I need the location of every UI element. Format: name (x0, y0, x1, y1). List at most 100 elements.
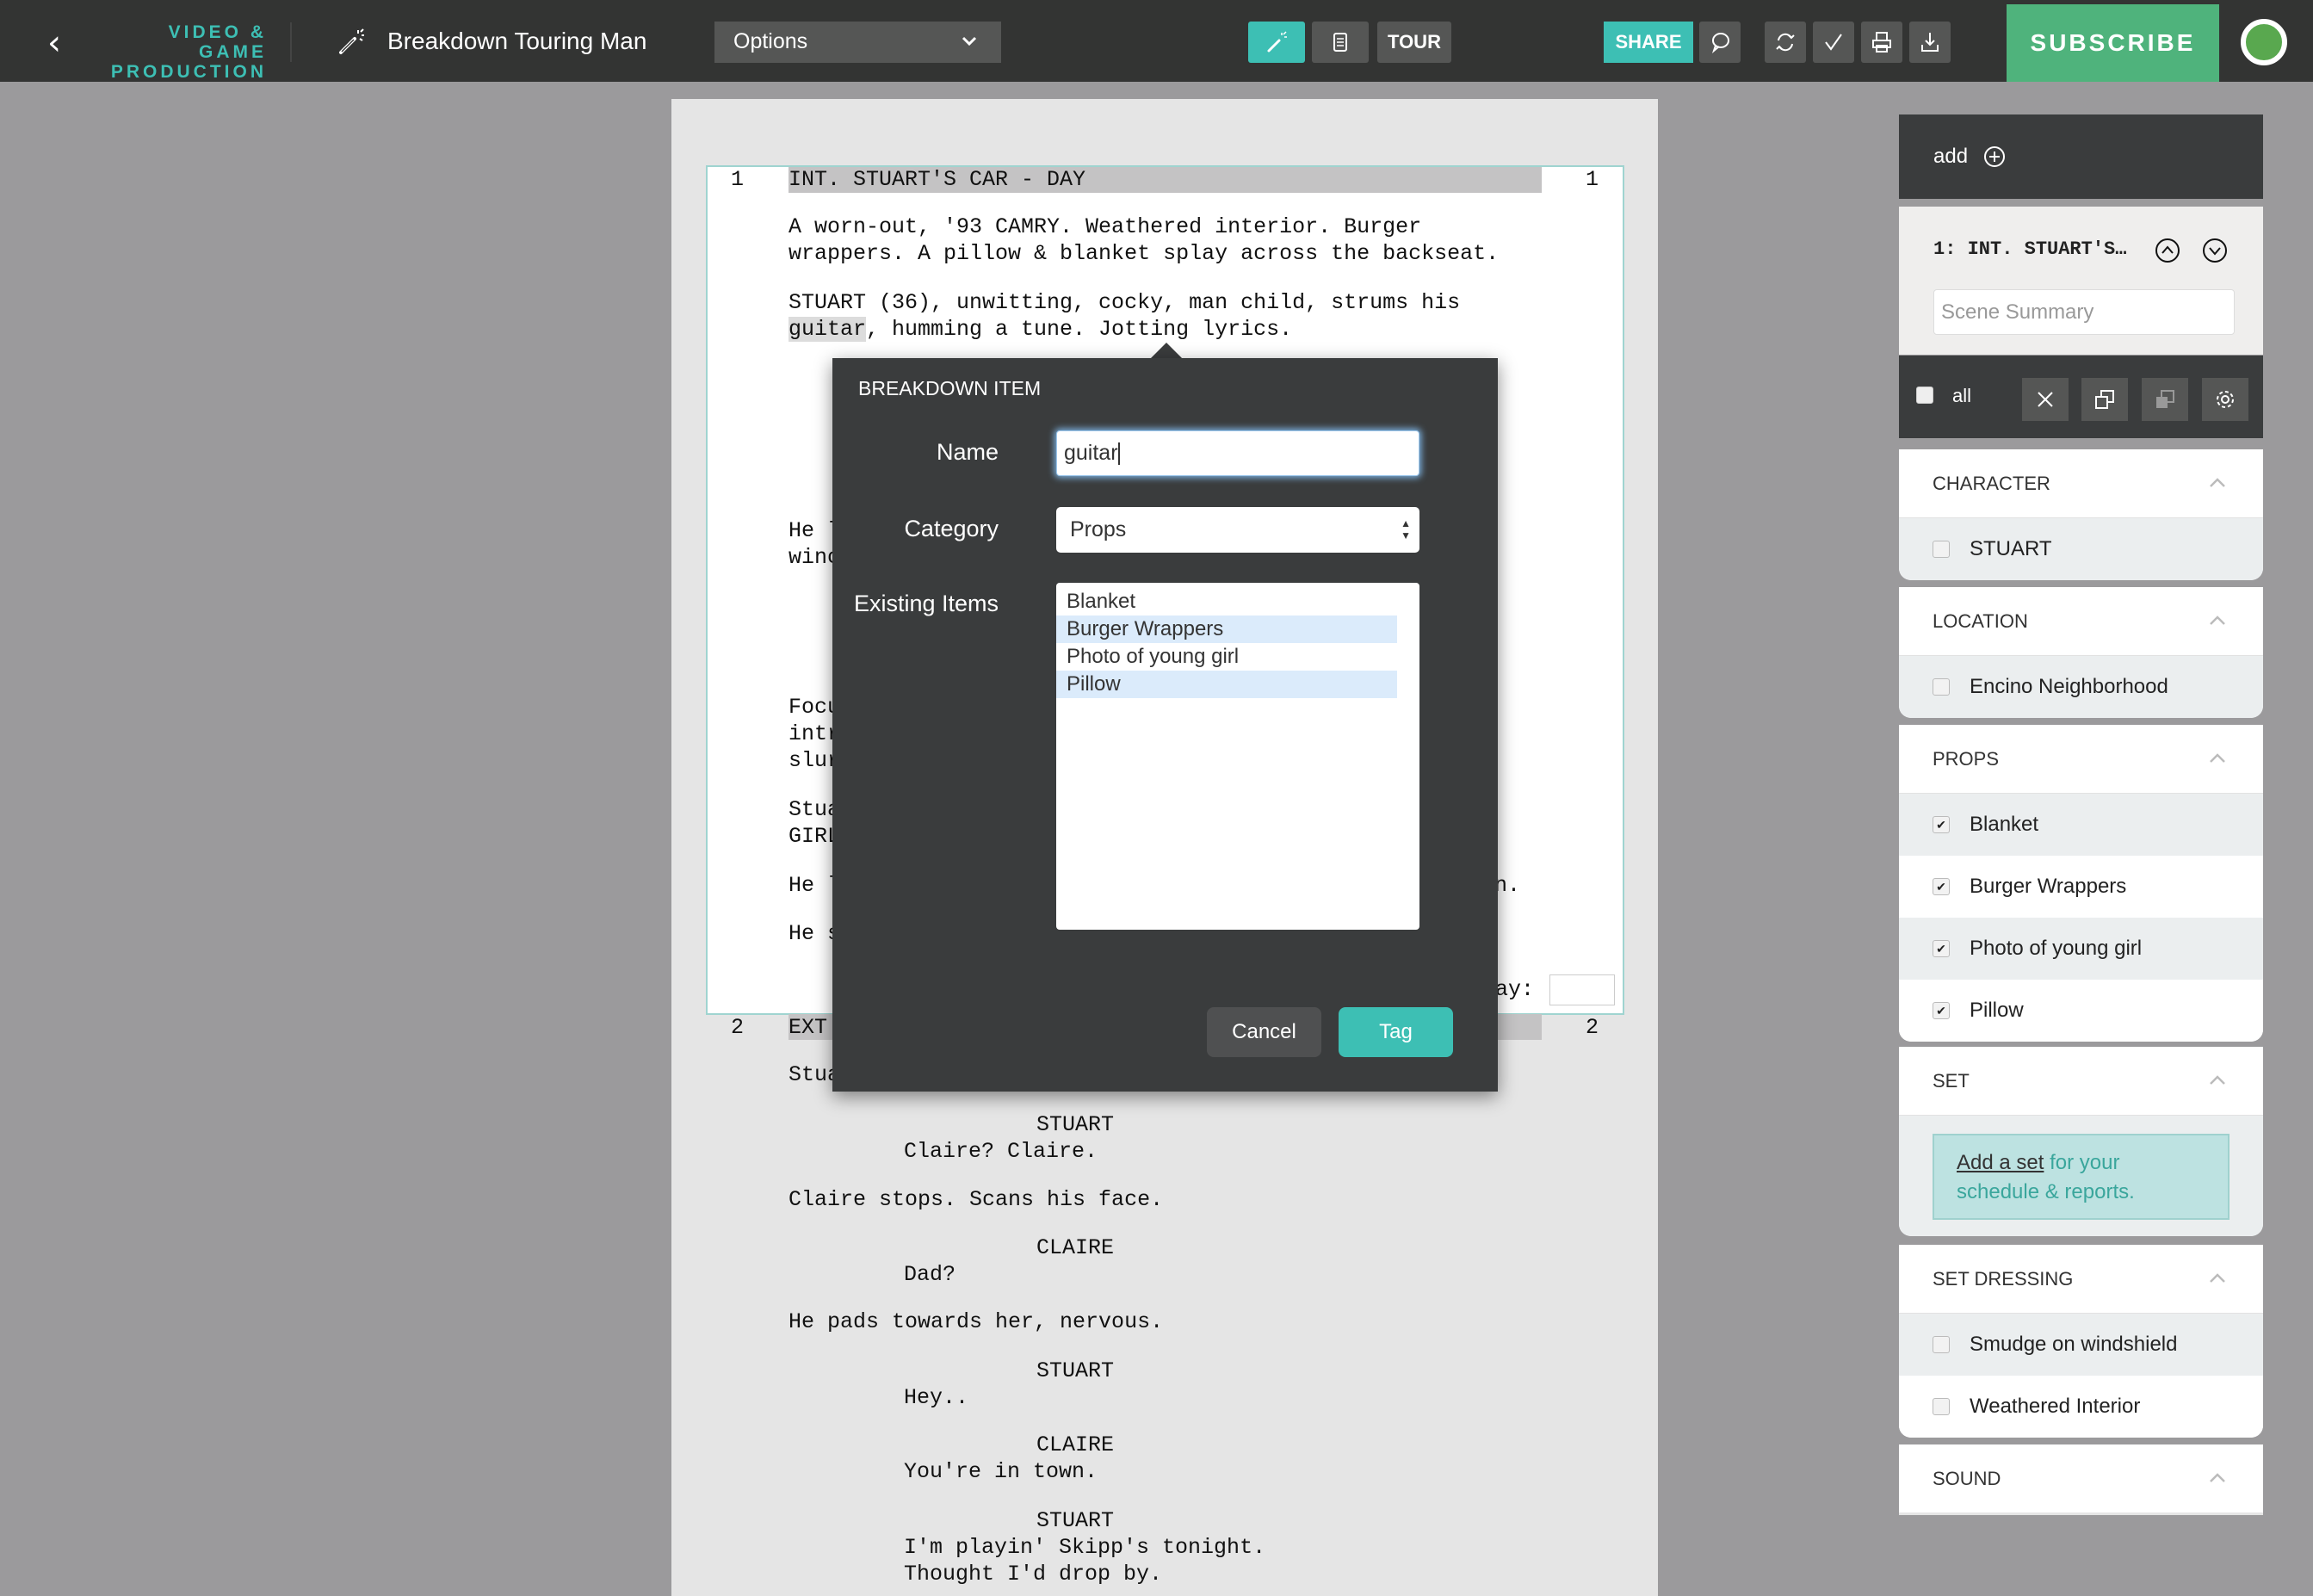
tagged-word-guitar[interactable]: guitar (789, 317, 867, 342)
item-checkbox[interactable]: ✔ (1933, 816, 1950, 833)
existing-item-option[interactable]: Pillow (1056, 671, 1397, 698)
script-line: STUART (36), unwitting, cocky, man child… (789, 290, 1461, 315)
category-header[interactable]: SET (1899, 1047, 2263, 1116)
select-all-checkbox[interactable] (1916, 387, 1933, 404)
merge-button[interactable] (2142, 378, 2188, 421)
script-dialogue: Hey.. (904, 1385, 969, 1410)
category-item[interactable]: ✔ Burger Wrappers (1899, 856, 2263, 918)
script-line: A worn-out, '93 CAMRY. Weathered interio… (789, 214, 1422, 239)
item-checkbox[interactable]: ✔ (1933, 940, 1950, 957)
category-header[interactable]: CHARACTER (1899, 449, 2263, 518)
item-label: Burger Wrappers (1970, 875, 2127, 898)
existing-items-list[interactable]: Blanket Burger Wrappers Photo of young gir… (1056, 583, 1419, 930)
text-caret (1117, 442, 1120, 466)
category-header[interactable]: SET DRESSING (1899, 1245, 2263, 1314)
approve-button[interactable] (1813, 22, 1854, 63)
brand-logo[interactable]: VIDEO & GAME PRODUCTION (95, 22, 267, 82)
chevron-down-icon (962, 36, 977, 46)
category-label: Category (904, 516, 999, 541)
add-set-note: Add a set for your schedule & reports. (1933, 1134, 2230, 1220)
category-title: LOCATION (1933, 610, 2028, 632)
share-button[interactable]: SHARE (1604, 22, 1693, 63)
printer-icon (1872, 32, 1891, 53)
scene-panel: 1: INT. STUART'S… (1899, 207, 2263, 355)
add-set-link[interactable]: Add a set (1957, 1151, 2044, 1174)
download-icon (1921, 33, 1939, 52)
script-dialogue: Thought I'd drop by. (904, 1562, 1163, 1587)
user-avatar[interactable] (2241, 19, 2287, 65)
category-location: LOCATION Encino Neighborhood (1899, 587, 2263, 718)
previous-scene-icon[interactable] (2155, 238, 2180, 263)
brand-line-2: PRODUCTION (110, 62, 267, 82)
category-item[interactable]: ✔ Photo of young girl (1899, 918, 2263, 980)
item-checkbox[interactable] (1933, 541, 1950, 558)
scene-1-heading[interactable]: INT. STUART'S CAR - DAY (789, 166, 1085, 193)
chevron-up-icon[interactable] (2208, 751, 2227, 764)
copy-button[interactable] (2081, 378, 2128, 421)
category-select[interactable]: Props ▲ ▼ (1056, 507, 1419, 553)
tag-button[interactable]: Tag (1339, 1007, 1453, 1057)
chevron-up-icon[interactable] (2208, 1073, 2227, 1086)
script-line: wrappers. A pillow & blanket splay acros… (789, 241, 1500, 266)
name-input[interactable]: guitar (1056, 430, 1419, 476)
item-checkbox[interactable] (1933, 1398, 1950, 1415)
settings-button[interactable] (2202, 378, 2248, 421)
name-label: Name (936, 439, 999, 465)
item-label: Smudge on windshield (1970, 1333, 2178, 1356)
category-item[interactable]: STUART (1899, 518, 2263, 580)
sync-button[interactable] (1765, 22, 1806, 63)
cancel-button[interactable]: Cancel (1207, 1007, 1321, 1057)
print-button[interactable] (1861, 22, 1902, 63)
category-title: SET (1933, 1070, 1970, 1092)
category-title: SOUND (1933, 1468, 2001, 1489)
item-checkbox[interactable] (1933, 1336, 1950, 1353)
options-dropdown[interactable]: Options (714, 22, 1001, 63)
comments-button[interactable] (1699, 22, 1741, 63)
existing-item-option[interactable]: Photo of young girl (1056, 643, 1397, 671)
subscribe-button[interactable]: SUBSCRIBE (2007, 4, 2219, 82)
script-character: CLAIRE (1036, 1235, 1115, 1260)
remove-button[interactable] (2022, 378, 2069, 421)
scene-2-heading[interactable]: EXT (789, 1014, 827, 1041)
item-label: Photo of young girl (1970, 937, 2143, 960)
category-header[interactable]: LOCATION (1899, 587, 2263, 656)
category-set-dressing: SET DRESSING Smudge on windshield Weathere… (1899, 1245, 2263, 1438)
day-input[interactable] (1549, 974, 1615, 1005)
script-action: Claire stops. Scans his face. (789, 1187, 1164, 1212)
category-item[interactable]: Encino Neighborhood (1899, 656, 2263, 718)
notes-button[interactable] (1312, 22, 1369, 63)
download-button[interactable] (1909, 22, 1951, 63)
next-scene-icon[interactable] (2202, 238, 2228, 263)
item-label: STUART (1970, 537, 2052, 560)
clipboard-icon (1333, 33, 1347, 52)
breakdown-mode-button[interactable] (1248, 22, 1305, 63)
item-checkbox[interactable]: ✔ (1933, 1002, 1950, 1019)
category-item[interactable]: Weathered Interior (1899, 1376, 2263, 1438)
plus-circle-icon[interactable] (1982, 145, 2007, 169)
category-header[interactable]: SOUND (1899, 1444, 2263, 1512)
category-header[interactable]: PROPS (1899, 725, 2263, 794)
existing-item-option[interactable]: Burger Wrappers (1056, 616, 1397, 643)
category-title: PROPS (1933, 748, 2000, 770)
scene-1-number-right: 1 (1586, 167, 1599, 192)
item-checkbox[interactable] (1933, 678, 1950, 696)
category-item[interactable]: ✔ Pillow (1899, 980, 2263, 1042)
category-item[interactable]: ✔ Blanket (1899, 794, 2263, 856)
header-divider (290, 22, 292, 62)
add-element-bar[interactable]: add (1899, 114, 2263, 199)
category-item[interactable]: Smudge on windshield (1899, 1314, 2263, 1376)
item-checkbox[interactable]: ✔ (1933, 878, 1950, 895)
chevron-up-icon[interactable] (2208, 613, 2227, 627)
magic-wand-icon (339, 28, 364, 54)
existing-items-label: Existing Items (853, 591, 999, 616)
tour-button[interactable]: TOUR (1377, 22, 1451, 63)
chevron-up-icon[interactable] (2208, 1470, 2227, 1484)
select-all-label: all (1952, 385, 1972, 406)
existing-item-option[interactable]: Blanket (1056, 588, 1397, 616)
chevron-up-icon[interactable] (2208, 1271, 2227, 1284)
category-sound: SOUND (1899, 1444, 2263, 1515)
back-chevron-icon[interactable]: ‹ (47, 26, 73, 60)
scene-summary-input[interactable] (1933, 289, 2235, 335)
select-arrows-icon: ▲ ▼ (1401, 517, 1411, 541)
chevron-up-icon[interactable] (2208, 475, 2227, 489)
